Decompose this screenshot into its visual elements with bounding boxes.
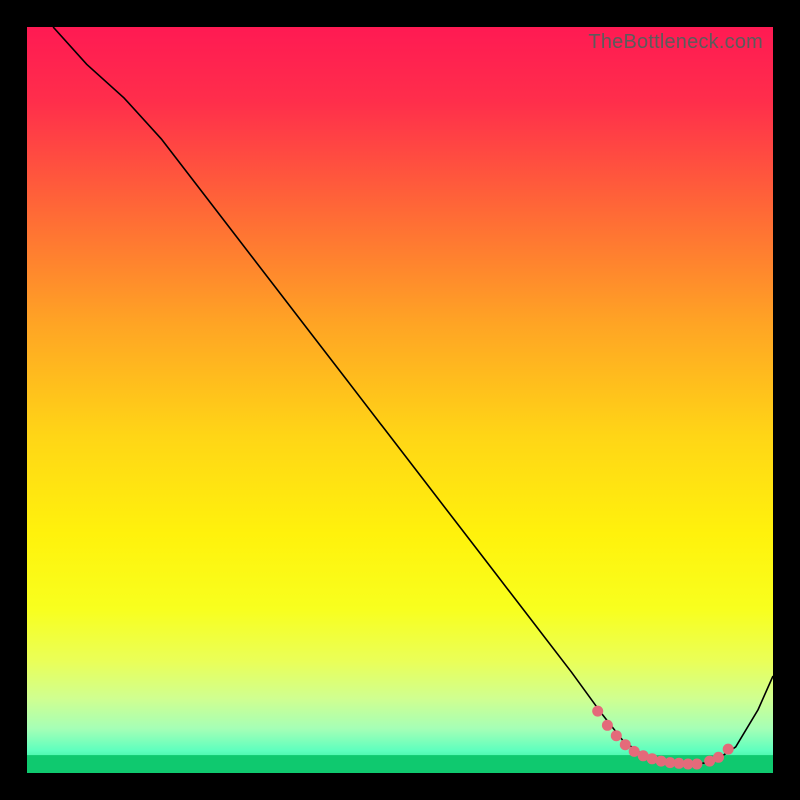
chart-canvas: TheBottleneck.com [0,0,800,800]
plot-area: TheBottleneck.com [27,27,773,773]
green-baseline-bar [27,755,773,773]
watermark-text: TheBottleneck.com [588,31,763,54]
background-gradient [27,27,773,773]
